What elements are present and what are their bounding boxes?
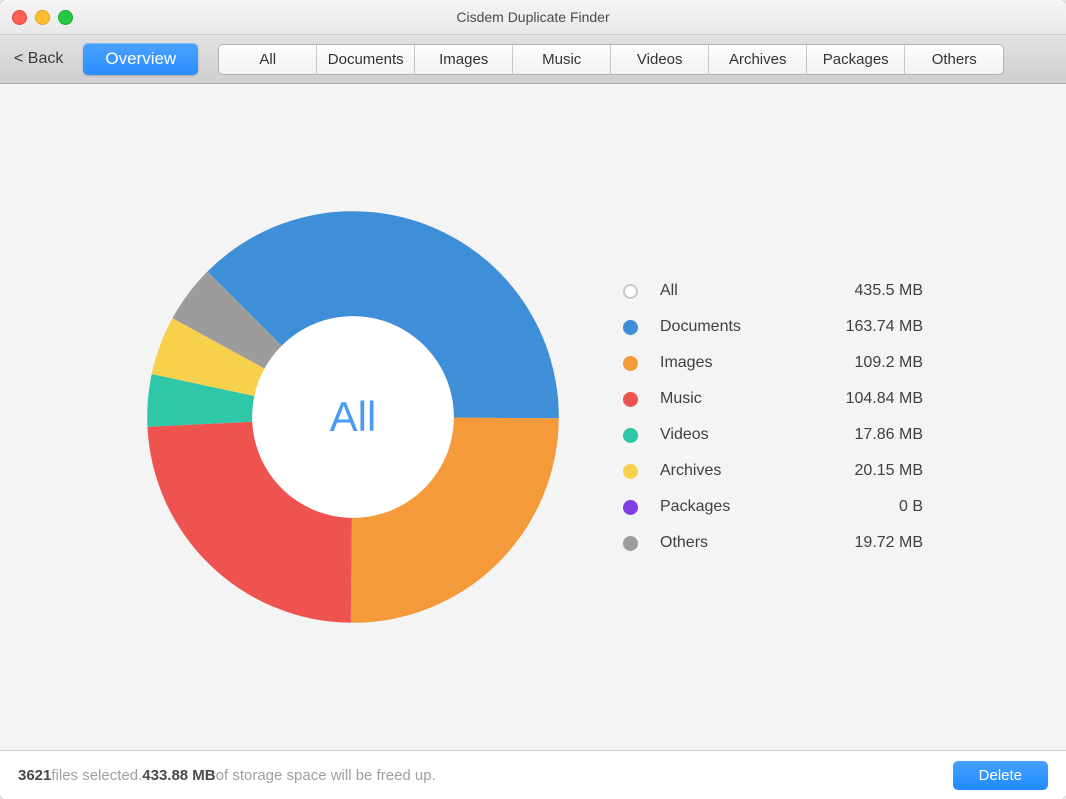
footer: 3621 files selected. 433.88 MB of storag… [0, 750, 1066, 799]
legend-label: Archives [660, 462, 813, 480]
legend-label: Images [660, 354, 813, 372]
legend-value: 20.15 MB [813, 462, 923, 480]
legend: All435.5 MBDocuments163.74 MBImages109.2… [623, 282, 923, 552]
legend-item-archives[interactable]: Archives20.15 MB [623, 462, 923, 480]
legend-dot-icon [623, 428, 638, 443]
legend-value: 104.84 MB [813, 390, 923, 408]
legend-value: 435.5 MB [813, 282, 923, 300]
legend-dot-icon [623, 356, 638, 371]
tab-archives[interactable]: Archives [709, 45, 807, 74]
delete-button[interactable]: Delete [953, 761, 1048, 790]
legend-item-packages[interactable]: Packages0 B [623, 498, 923, 516]
titlebar: Cisdem Duplicate Finder [0, 0, 1066, 35]
category-segmented-control: AllDocumentsImagesMusicVideosArchivesPac… [218, 44, 1004, 75]
legend-item-music[interactable]: Music104.84 MB [623, 390, 923, 408]
legend-label: Packages [660, 498, 813, 516]
legend-item-images[interactable]: Images109.2 MB [623, 354, 923, 372]
legend-value: 163.74 MB [813, 318, 923, 336]
donut-chart: All [143, 207, 563, 627]
legend-item-others[interactable]: Others19.72 MB [623, 534, 923, 552]
tab-documents[interactable]: Documents [317, 45, 415, 74]
legend-label: Others [660, 534, 813, 552]
window-title: Cisdem Duplicate Finder [0, 9, 1066, 25]
footer-size-text: of storage space will be freed up. [216, 767, 436, 784]
legend-dot-icon [623, 392, 638, 407]
legend-value: 17.86 MB [813, 426, 923, 444]
legend-dot-icon [623, 320, 638, 335]
legend-value: 19.72 MB [813, 534, 923, 552]
legend-value: 109.2 MB [813, 354, 923, 372]
tab-music[interactable]: Music [513, 45, 611, 74]
back-button[interactable]: < Back [14, 50, 63, 68]
toolbar: < Back Overview AllDocumentsImagesMusicV… [0, 35, 1066, 84]
footer-files-text: files selected. [51, 767, 142, 784]
legend-dot-icon [623, 464, 638, 479]
footer-file-count: 3621 [18, 767, 51, 784]
legend-item-all[interactable]: All435.5 MB [623, 282, 923, 300]
tab-packages[interactable]: Packages [807, 45, 905, 74]
legend-dot-icon [623, 536, 638, 551]
tab-all[interactable]: All [219, 45, 317, 74]
app-window: Cisdem Duplicate Finder < Back Overview … [0, 0, 1066, 799]
overview-button[interactable]: Overview [83, 43, 198, 75]
legend-label: Videos [660, 426, 813, 444]
legend-label: Documents [660, 318, 813, 336]
legend-item-documents[interactable]: Documents163.74 MB [623, 318, 923, 336]
footer-size: 433.88 MB [142, 767, 215, 784]
legend-value: 0 B [813, 498, 923, 516]
main-content: All All435.5 MBDocuments163.74 MBImages1… [0, 84, 1066, 750]
legend-label: Music [660, 390, 813, 408]
donut-center [252, 316, 454, 518]
tab-images[interactable]: Images [415, 45, 513, 74]
legend-dot-icon [623, 284, 638, 299]
legend-dot-icon [623, 500, 638, 515]
legend-label: All [660, 282, 813, 300]
legend-item-videos[interactable]: Videos17.86 MB [623, 426, 923, 444]
tab-videos[interactable]: Videos [611, 45, 709, 74]
tab-others[interactable]: Others [905, 45, 1003, 74]
